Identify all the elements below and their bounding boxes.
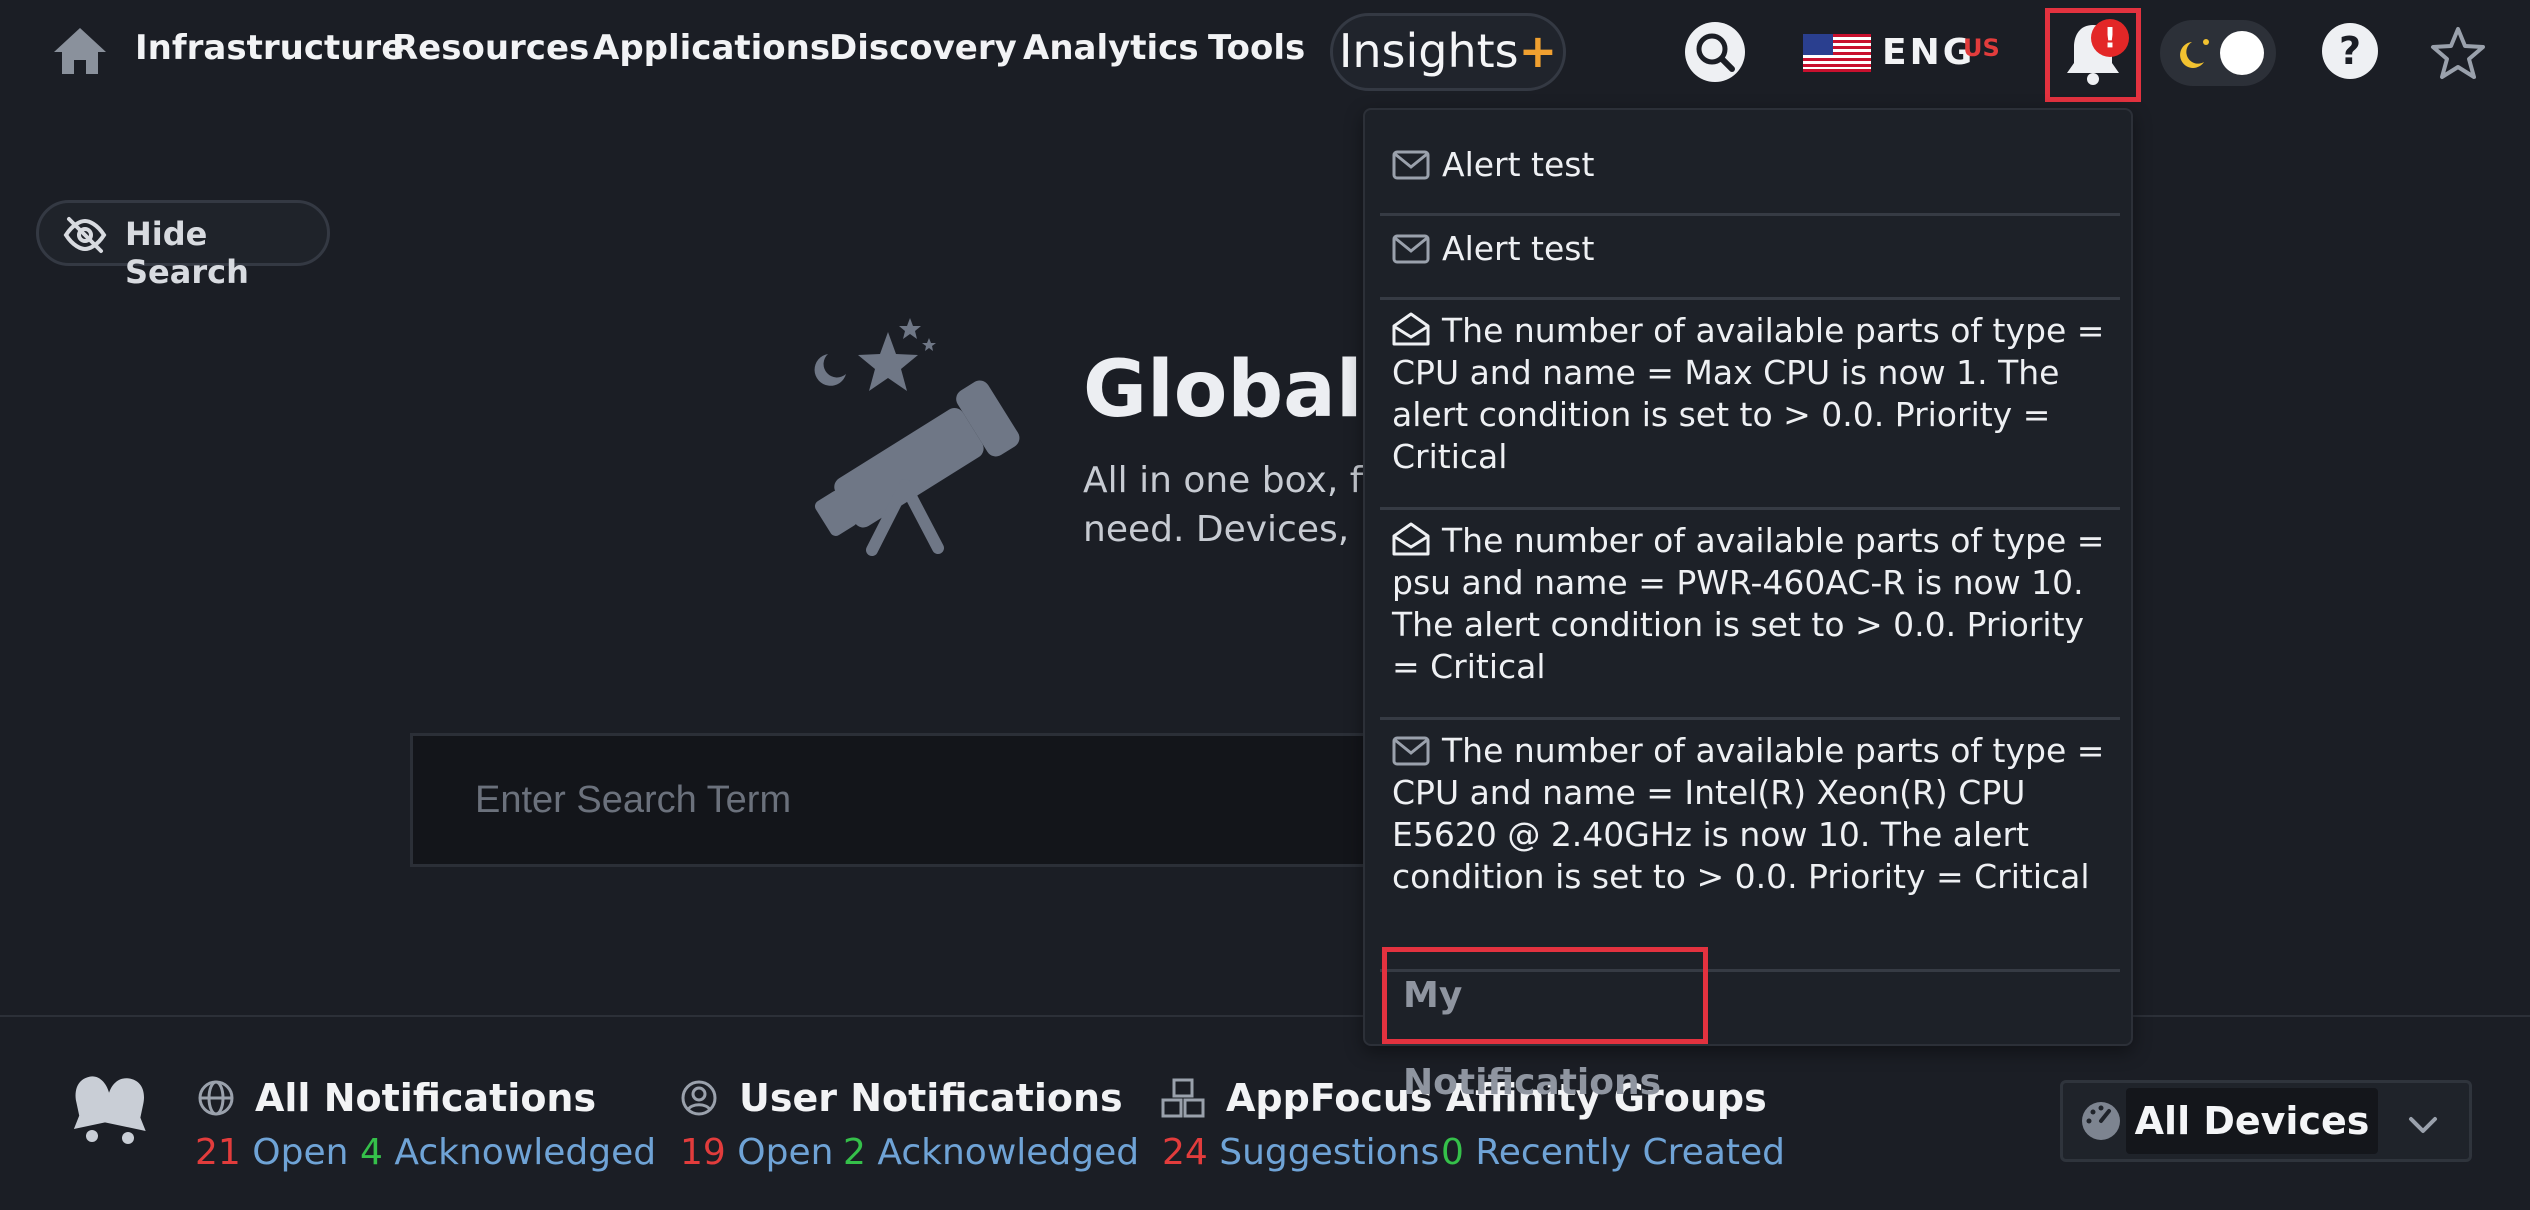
insights-plus: + — [1518, 24, 1558, 78]
appfocus-sugg-count: 24 — [1162, 1132, 1208, 1173]
chevron-down-icon — [2409, 1117, 2437, 1133]
eye-slash-icon — [63, 217, 107, 253]
envelope-open-icon — [1392, 312, 1430, 346]
hero-subtitle: All in one box, fi need. Devices, I — [1083, 456, 1383, 554]
user-ack-count: 2 — [843, 1132, 866, 1173]
user-circle-icon — [681, 1080, 717, 1116]
notification-item[interactable]: The number of available parts of type = … — [1380, 510, 2120, 720]
notification-item[interactable]: Alert test — [1380, 130, 2120, 216]
my-notifications-link[interactable]: My Notifications — [1382, 947, 1708, 1103]
insights-label: Insights — [1338, 24, 1519, 78]
notification-text: Alert test — [1442, 229, 1595, 268]
user-notifications-title[interactable]: User Notifications — [739, 1076, 1123, 1120]
appfocus-suggestions[interactable]: 24 Suggestions — [1162, 1132, 1439, 1173]
globe-icon — [198, 1080, 234, 1116]
envelope-icon — [1392, 150, 1430, 180]
moon-stars-icon — [2180, 39, 2209, 68]
envelope-icon — [1392, 736, 1430, 766]
dashboard-gauge-icon — [2082, 1102, 2120, 1140]
user-ack-label: Acknowledged — [877, 1132, 1140, 1173]
appfocus-recent-label: Recently Created — [1475, 1132, 1785, 1173]
nav-item-analytics[interactable]: Analytics — [1023, 28, 1199, 68]
devices-selected-value[interactable]: All Devices — [2126, 1088, 2378, 1154]
user-notifications-acknowledged[interactable]: 2 Acknowledged — [843, 1132, 1139, 1173]
home-icon[interactable] — [52, 26, 108, 76]
search-input[interactable] — [410, 733, 1370, 867]
hide-search-label: Hide Search — [125, 215, 249, 291]
all-ack-label: Acknowledged — [394, 1132, 657, 1173]
envelope-icon — [1392, 234, 1430, 264]
all-open-label: Open — [252, 1132, 349, 1173]
insights-button[interactable]: Insights+ — [1330, 13, 1566, 91]
top-navigation: Infrastructure Resources Applications Di… — [0, 0, 2530, 105]
all-ack-count: 4 — [360, 1132, 383, 1173]
user-open-count: 19 — [680, 1132, 726, 1173]
alert-badge: ! — [2091, 19, 2129, 57]
telescope-icon — [814, 318, 1020, 556]
notification-text: The number of available parts of type = … — [1392, 731, 2105, 896]
notifications-bell-button[interactable] — [2045, 8, 2141, 102]
nav-item-tools[interactable]: Tools — [1208, 28, 1305, 68]
nav-item-infrastructure[interactable]: Infrastructure — [135, 28, 404, 68]
all-notifications-open[interactable]: 21 Open — [195, 1132, 348, 1173]
appfocus-sugg-label: Suggestions — [1219, 1132, 1440, 1173]
language-region: US — [1963, 34, 2000, 62]
all-notifications-title[interactable]: All Notifications — [255, 1076, 596, 1120]
all-notifications-acknowledged[interactable]: 4 Acknowledged — [360, 1132, 656, 1173]
all-open-count: 21 — [195, 1132, 241, 1173]
theme-toggle-knob — [2220, 31, 2264, 75]
notification-text: The number of available parts of type = … — [1392, 311, 2105, 476]
notification-text: Alert test — [1442, 145, 1595, 184]
envelope-open-icon — [1392, 522, 1430, 556]
search-button[interactable] — [1685, 22, 1745, 82]
user-open-label: Open — [737, 1132, 834, 1173]
language-label[interactable]: ENG — [1882, 32, 1975, 73]
star-icon[interactable] — [2430, 26, 2486, 80]
user-notifications-open[interactable]: 19 Open — [680, 1132, 833, 1173]
search-icon — [1696, 33, 1735, 72]
cubes-icon — [1161, 1078, 1205, 1118]
nav-item-applications[interactable]: Applications — [593, 28, 830, 68]
hero-subtitle-line2: need. Devices, I — [1083, 509, 1372, 550]
notifications-dropdown: Alert test Alert test The number of avai… — [1363, 108, 2133, 1046]
notification-text: The number of available parts of type = … — [1392, 521, 2105, 686]
nav-item-resources[interactable]: Resources — [392, 28, 589, 68]
hide-search-button[interactable]: Hide Search — [36, 200, 330, 291]
nav-item-discovery[interactable]: Discovery — [829, 28, 1017, 68]
appfocus-recent-count: 0 — [1441, 1132, 1464, 1173]
us-flag-icon[interactable] — [1803, 34, 1871, 72]
notification-item[interactable]: The number of available parts of type = … — [1380, 300, 2120, 510]
help-button[interactable]: ? — [2322, 23, 2378, 79]
bells-icon — [73, 1076, 146, 1144]
notification-item[interactable]: Alert test — [1380, 216, 2120, 300]
appfocus-recently-created[interactable]: 0 Recently Created — [1441, 1132, 1785, 1173]
notification-item[interactable]: The number of available parts of type = … — [1380, 720, 2120, 972]
hero-subtitle-line1: All in one box, fi — [1083, 460, 1373, 501]
